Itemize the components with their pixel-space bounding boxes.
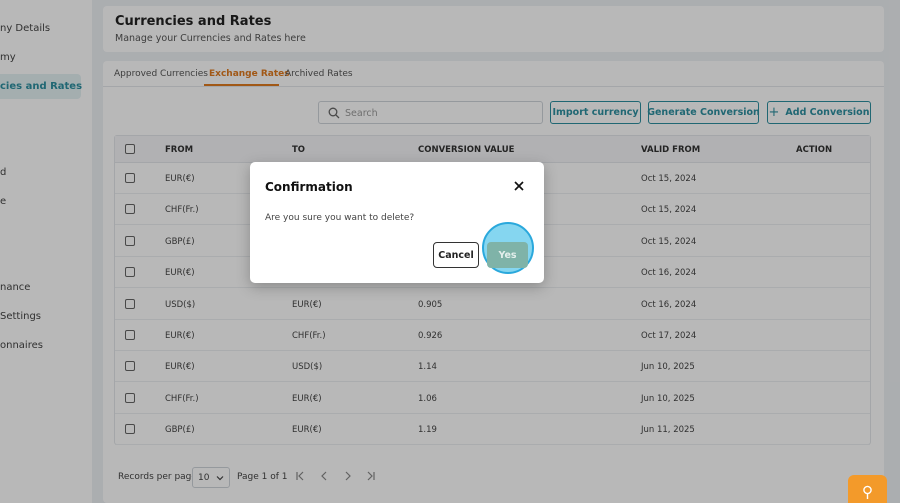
cancel-button[interactable]: Cancel: [433, 242, 479, 268]
dialog-message: Are you sure you want to delete?: [265, 213, 415, 223]
close-icon[interactable]: [513, 180, 525, 192]
help-button[interactable]: [848, 475, 887, 503]
lightbulb-icon: [863, 485, 872, 499]
dialog-title: Confirmation: [265, 180, 353, 194]
yes-button[interactable]: Yes: [487, 242, 528, 268]
confirmation-dialog: Confirmation Are you sure you want to de…: [250, 162, 544, 283]
